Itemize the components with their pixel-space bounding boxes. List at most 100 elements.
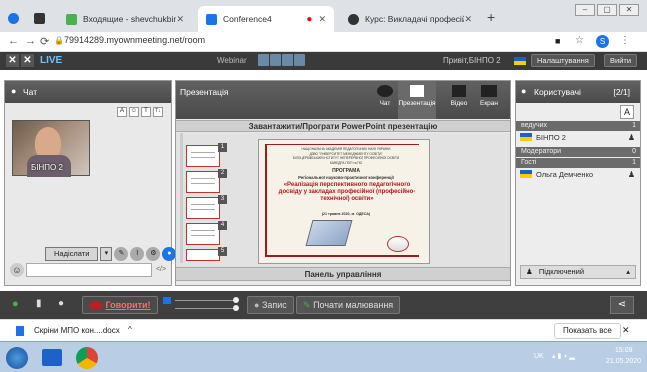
expand-download-icon[interactable]: ^ — [128, 325, 132, 334]
mic-level-icon[interactable]: ▮ — [36, 298, 42, 309]
tab-conference[interactable]: Conference4 ● ✕ — [198, 6, 334, 32]
app-top-bar: ✕ ✕ LIVE Webinar Привіт,БІНПО 2 Налаштув… — [0, 52, 647, 70]
language-indicator[interactable]: UK — [534, 353, 544, 360]
forward-icon[interactable]: → — [25, 35, 36, 47]
upload-powerpoint-bar[interactable]: Завантажити/Програти PowerPoint презента… — [176, 120, 510, 132]
maximize-button[interactable]: ▢ — [597, 4, 617, 16]
profile-avatar[interactable]: S — [596, 35, 609, 48]
presentation-icon — [410, 85, 424, 97]
clock-time[interactable]: 15:09 — [615, 347, 633, 354]
slide-thumbnail[interactable]: 2 — [186, 169, 227, 193]
tray-icons[interactable]: ▴ ▮ ◖ ▂ — [552, 352, 575, 360]
tab-video[interactable]: Відео — [446, 85, 472, 107]
section-guests[interactable]: Гості 1 — [516, 158, 640, 168]
windows-taskbar: UK ▴ ▮ ◖ ▂ 15:09 21.05.2020 — [0, 341, 647, 372]
text-size-up-icon[interactable]: T — [141, 107, 151, 117]
slide-thumbnail[interactable]: 4 — [186, 221, 227, 245]
fullscreen-icon[interactable]: ✕ — [6, 54, 19, 67]
thumbnail-scroll[interactable] — [180, 133, 183, 263]
slide-thumbnail[interactable]: 5 — [186, 247, 227, 261]
text-size-down-icon[interactable]: T↓ — [153, 107, 163, 117]
minimize-button[interactable]: – — [575, 4, 595, 16]
send-options-icon[interactable]: ▾ — [100, 247, 113, 261]
record-tool-icon[interactable] — [282, 54, 293, 66]
url-field[interactable]: 79914289.myownmeeting.net/room — [64, 35, 205, 45]
control-panel-bar[interactable]: Панель управління — [176, 267, 510, 281]
code-icon[interactable]: </> — [154, 263, 168, 277]
lock-tool-icon[interactable] — [270, 54, 281, 66]
slide-title: «Реалізація перспективного педагогічного… — [278, 182, 416, 202]
emoji-tool-icon[interactable]: ☺ — [129, 107, 139, 117]
emoji-icon[interactable]: ☺ — [10, 263, 24, 277]
chat-input[interactable] — [26, 263, 152, 277]
clock-date[interactable]: 21.05.2020 — [606, 358, 641, 365]
share-icon[interactable]: ⋖ — [610, 296, 634, 314]
new-tab-button[interactable]: + — [487, 9, 495, 25]
speaker-icon — [163, 297, 171, 304]
close-tab-icon[interactable]: ✕ — [176, 14, 184, 25]
close-tab-icon[interactable]: ✕ — [318, 14, 326, 25]
users-list: ведучих 1 БІНПО 2 ♟ Модератори 0 Гості 1 Оль… — [516, 121, 640, 180]
download-file[interactable]: Скріни МПО кон....docx — [34, 326, 120, 335]
video-feed[interactable]: БІНПО 2 — [12, 120, 90, 177]
settings-icon[interactable]: ⚙ — [146, 247, 161, 261]
star-icon[interactable]: ☆ — [575, 35, 584, 46]
record-button[interactable]: ● Запис — [247, 296, 294, 314]
settings-button[interactable]: Налаштування — [531, 54, 595, 67]
close-tab-icon[interactable]: ✕ — [464, 14, 472, 25]
close-window-button[interactable]: ✕ — [619, 4, 639, 16]
tab-course[interactable]: Курс: Викладачі професійно-те ✕ — [340, 6, 480, 32]
tab-inbox[interactable]: Входящие - shevchukbinpo@uk ✕ — [58, 6, 192, 32]
layout-icon[interactable]: ✕ — [21, 54, 34, 67]
search-user-button[interactable]: A — [620, 105, 634, 119]
app-icon[interactable] — [34, 13, 45, 24]
address-bar-row: ← → ⟳ 🔒 79914289.myownmeeting.net/room ■… — [0, 32, 647, 52]
start-button[interactable] — [6, 347, 28, 369]
talk-icon — [89, 301, 103, 311]
slide-book-image — [305, 220, 353, 246]
chat-panel: ● Чат A ☺ T T↓ БІНПО 2 Надіслати ▾ ✎ ⌇ ⚙… — [4, 80, 177, 286]
reload-icon[interactable]: ⟳ — [40, 35, 49, 48]
tab-chat[interactable]: Чат — [372, 85, 398, 107]
connection-status[interactable]: ♟ Підключений ▴ — [520, 265, 636, 279]
show-all-button[interactable]: Показать все — [554, 323, 621, 339]
volume-slider[interactable] — [163, 297, 243, 313]
camera-tool-icon[interactable] — [258, 54, 269, 66]
slide-date: (21 травня 2020, м. ОДЕСА) — [321, 212, 371, 216]
section-moderators[interactable]: Модератори 0 — [516, 147, 640, 157]
start-drawing-button[interactable]: ✎ Почати малювання — [296, 296, 401, 314]
chrome-taskbar-icon[interactable] — [76, 347, 98, 369]
document-icon — [16, 326, 24, 336]
room-tools — [258, 54, 305, 66]
font-tool-icon[interactable]: A — [117, 107, 127, 117]
slide-thumbnail[interactable]: 1 — [186, 143, 227, 167]
slider-handle[interactable] — [233, 297, 239, 303]
microphone-icon[interactable]: ● — [12, 298, 19, 310]
lock-icon: 🔒 — [54, 36, 64, 45]
close-downloads-icon[interactable]: ✕ — [622, 325, 630, 336]
send-button[interactable]: Надіслати — [45, 247, 99, 261]
back-icon[interactable]: ← — [8, 35, 19, 47]
conference-icon — [206, 13, 217, 25]
talk-button[interactable]: Говорити! — [82, 296, 158, 314]
explorer-icon[interactable] — [42, 349, 62, 366]
tab-screen[interactable]: Екран — [474, 85, 504, 107]
chat-icon: ● — [11, 86, 17, 96]
exit-button[interactable]: Вийти — [604, 54, 638, 67]
user-row[interactable]: Ольга Демченко ♟ — [516, 168, 640, 180]
slide-header: НАЦІОНАЛЬНА АКАДЕМІЯ ПЕДАГОГІЧНИХ НАУК У… — [292, 147, 400, 165]
pencil-icon[interactable]: ✎ — [114, 247, 129, 261]
section-hosts[interactable]: ведучих 1 — [516, 121, 640, 131]
camera-icon[interactable]: ■ — [555, 36, 560, 46]
users-header: ● Користувачі [2/1] — [516, 81, 640, 103]
tab-presentation[interactable]: Презентація — [398, 81, 436, 119]
user-row[interactable]: БІНПО 2 ♟ — [516, 131, 640, 143]
location-icon[interactable]: ● — [58, 298, 64, 309]
slider-handle[interactable] — [233, 305, 239, 311]
chrome-menu-icon[interactable] — [8, 13, 19, 24]
more-menu-icon[interactable]: ⋮ — [620, 35, 630, 46]
attach-icon[interactable]: ⌇ — [130, 247, 145, 261]
layout-tool-icon[interactable] — [294, 54, 305, 66]
ukraine-flag-icon — [520, 170, 532, 178]
slide-thumbnail[interactable]: 3 — [186, 195, 227, 219]
